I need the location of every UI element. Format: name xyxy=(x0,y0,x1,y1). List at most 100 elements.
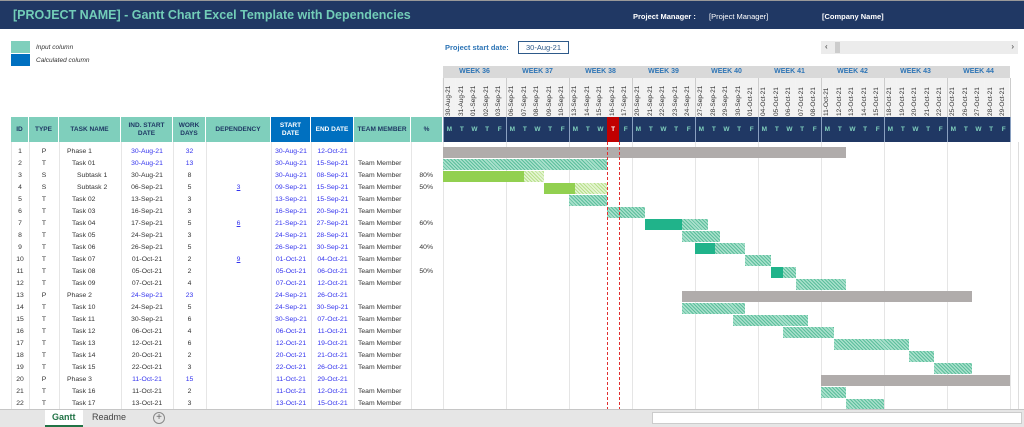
row-type[interactable]: T xyxy=(29,350,59,362)
ind-start-date[interactable]: 16-Sep-21 xyxy=(121,206,173,218)
row-type[interactable]: T xyxy=(29,302,59,314)
work-days[interactable]: 5 xyxy=(173,182,206,194)
table-row[interactable]: 16 T Task 12 06-Oct-21 4 06-Oct-21 11-Oct-21 Te… xyxy=(0,326,443,338)
team-member[interactable]: Team Member xyxy=(358,338,413,350)
team-member[interactable]: Team Member xyxy=(358,278,413,290)
team-member[interactable]: Team Member xyxy=(358,218,413,230)
ind-start-date[interactable]: 24-Sep-21 xyxy=(121,230,173,242)
column-header-percent[interactable]: % xyxy=(411,117,443,142)
scroll-right-icon[interactable]: › xyxy=(1011,42,1014,51)
team-member[interactable]: Team Member xyxy=(358,350,413,362)
column-header-dependency[interactable]: DEPENDENCY xyxy=(206,117,271,142)
team-member[interactable]: Team Member xyxy=(358,266,413,278)
row-type[interactable]: T xyxy=(29,242,59,254)
work-days[interactable]: 3 xyxy=(173,362,206,374)
row-type[interactable]: T xyxy=(29,326,59,338)
work-days[interactable]: 4 xyxy=(173,278,206,290)
row-type[interactable]: T xyxy=(29,386,59,398)
ind-start-date[interactable]: 30-Aug-21 xyxy=(121,158,173,170)
team-member[interactable]: Team Member xyxy=(358,230,413,242)
work-days[interactable]: 32 xyxy=(173,146,206,158)
table-row[interactable]: 17 T Task 13 12-Oct-21 6 12-Oct-21 19-Oct-21 Te… xyxy=(0,338,443,350)
table-row[interactable]: 10 T Task 07 01-Oct-21 2 9 01-Oct-21 04-Oct-21 T… xyxy=(0,254,443,266)
percent-complete[interactable]: 40% xyxy=(411,242,433,254)
team-member[interactable]: Team Member xyxy=(358,206,413,218)
ind-start-date[interactable]: 22-Oct-21 xyxy=(121,362,173,374)
column-header-start-date[interactable]: START DATE xyxy=(271,117,311,142)
ind-start-date[interactable]: 26-Sep-21 xyxy=(121,242,173,254)
table-row[interactable]: 21 T Task 16 11-Oct-21 2 11-Oct-21 12-Oct-21 Te… xyxy=(0,386,443,398)
add-sheet-icon[interactable]: + xyxy=(153,412,165,424)
column-header-team-member[interactable]: TEAM MEMBER xyxy=(354,117,411,142)
ind-start-date[interactable]: 24-Sep-21 xyxy=(121,290,173,302)
work-days[interactable]: 2 xyxy=(173,350,206,362)
table-row[interactable]: 19 T Task 15 22-Oct-21 3 22-Oct-21 26-Oct-21 Te… xyxy=(0,362,443,374)
team-member[interactable]: Team Member xyxy=(358,182,413,194)
column-header-type[interactable]: TYPE xyxy=(29,117,59,142)
row-type[interactable]: T xyxy=(29,314,59,326)
table-row[interactable]: 13 P Phase 2 24-Sep-21 23 24-Sep-21 26-Oct-21 xyxy=(0,290,443,302)
ind-start-date[interactable]: 11-Oct-21 xyxy=(121,374,173,386)
ind-start-date[interactable]: 24-Sep-21 xyxy=(121,302,173,314)
company-name[interactable]: [Company Name] xyxy=(822,12,884,21)
work-days[interactable]: 2 xyxy=(173,254,206,266)
team-member[interactable]: Team Member xyxy=(358,326,413,338)
team-member[interactable]: Team Member xyxy=(358,314,413,326)
table-row[interactable]: 6 T Task 03 16-Sep-21 3 16-Sep-21 20-Sep-21 Tea… xyxy=(0,206,443,218)
team-member[interactable]: Team Member xyxy=(358,302,413,314)
table-row[interactable]: 11 T Task 08 05-Oct-21 2 05-Oct-21 06-Oct-21 Te… xyxy=(0,266,443,278)
ind-start-date[interactable]: 07-Oct-21 xyxy=(121,278,173,290)
work-days[interactable]: 2 xyxy=(173,266,206,278)
percent-complete[interactable]: 50% xyxy=(411,182,433,194)
team-member[interactable]: Team Member xyxy=(358,254,413,266)
percent-complete[interactable]: 80% xyxy=(411,170,433,182)
row-type[interactable]: T xyxy=(29,338,59,350)
table-row[interactable]: 18 T Task 14 20-Oct-21 2 20-Oct-21 21-Oct-21 Te… xyxy=(0,350,443,362)
row-type[interactable]: T xyxy=(29,206,59,218)
row-type[interactable]: T xyxy=(29,230,59,242)
work-days[interactable]: 5 xyxy=(173,302,206,314)
work-days[interactable]: 5 xyxy=(173,242,206,254)
work-days[interactable]: 8 xyxy=(173,170,206,182)
tab-gantt[interactable]: Gantt xyxy=(45,410,83,427)
ind-start-date[interactable]: 06-Oct-21 xyxy=(121,326,173,338)
team-member[interactable]: Team Member xyxy=(358,242,413,254)
percent-complete[interactable]: 50% xyxy=(411,266,433,278)
ind-start-date[interactable]: 30-Aug-21 xyxy=(121,146,173,158)
work-days[interactable]: 3 xyxy=(173,206,206,218)
table-row[interactable]: 14 T Task 10 24-Sep-21 5 24-Sep-21 30-Sep-21 Te… xyxy=(0,302,443,314)
column-header-ind-start-date[interactable]: IND. START DATE xyxy=(121,117,173,142)
ind-start-date[interactable]: 30-Sep-21 xyxy=(121,314,173,326)
table-row[interactable]: 12 T Task 09 07-Oct-21 4 07-Oct-21 12-Oct-21 Te… xyxy=(0,278,443,290)
column-header-end-date[interactable]: END DATE xyxy=(311,117,354,142)
ind-start-date[interactable]: 30-Aug-21 xyxy=(121,170,173,182)
timeline-scrollbar[interactable]: ‹ › xyxy=(821,41,1018,54)
table-row[interactable]: 3 S Subtask 1 30-Aug-21 8 30-Aug-21 08-Sep-21 T… xyxy=(0,170,443,182)
tab-readme[interactable]: Readme xyxy=(85,410,133,427)
table-row[interactable]: 5 T Task 02 13-Sep-21 3 13-Sep-21 15-Sep-21 Tea… xyxy=(0,194,443,206)
column-header-task-name[interactable]: TASK NAME xyxy=(59,117,121,142)
column-header-id[interactable]: ID xyxy=(11,117,29,142)
dependency-link[interactable]: 6 xyxy=(206,218,271,230)
ind-start-date[interactable]: 01-Oct-21 xyxy=(121,254,173,266)
scroll-left-icon[interactable]: ‹ xyxy=(825,42,828,51)
table-row[interactable]: 4 S Subtask 2 06-Sep-21 5 3 09-Sep-21 15-Sep-21… xyxy=(0,182,443,194)
row-type[interactable]: S xyxy=(29,170,59,182)
table-row[interactable]: 20 P Phase 3 11-Oct-21 15 11-Oct-21 29-Oct-21 xyxy=(0,374,443,386)
row-type[interactable]: T xyxy=(29,278,59,290)
row-type[interactable]: P xyxy=(29,290,59,302)
team-member[interactable]: Team Member xyxy=(358,386,413,398)
vertical-scrollbar[interactable] xyxy=(1018,142,1024,409)
work-days[interactable]: 13 xyxy=(173,158,206,170)
ind-start-date[interactable]: 06-Sep-21 xyxy=(121,182,173,194)
project-manager-value[interactable]: [Project Manager] xyxy=(709,12,768,21)
task-name[interactable]: Phase 1 xyxy=(67,146,127,158)
project-start-input[interactable]: 30-Aug-21 xyxy=(518,41,569,54)
dependency-link[interactable]: 9 xyxy=(206,254,271,266)
table-row[interactable]: 9 T Task 06 26-Sep-21 5 26-Sep-21 30-Sep-21 Tea… xyxy=(0,242,443,254)
row-type[interactable]: T xyxy=(29,158,59,170)
table-row[interactable]: 1 P Phase 1 30-Aug-21 32 30-Aug-21 12-Oct-21 xyxy=(0,146,443,158)
scroll-thumb[interactable] xyxy=(835,42,840,53)
work-days[interactable]: 3 xyxy=(173,194,206,206)
work-days[interactable]: 2 xyxy=(173,386,206,398)
